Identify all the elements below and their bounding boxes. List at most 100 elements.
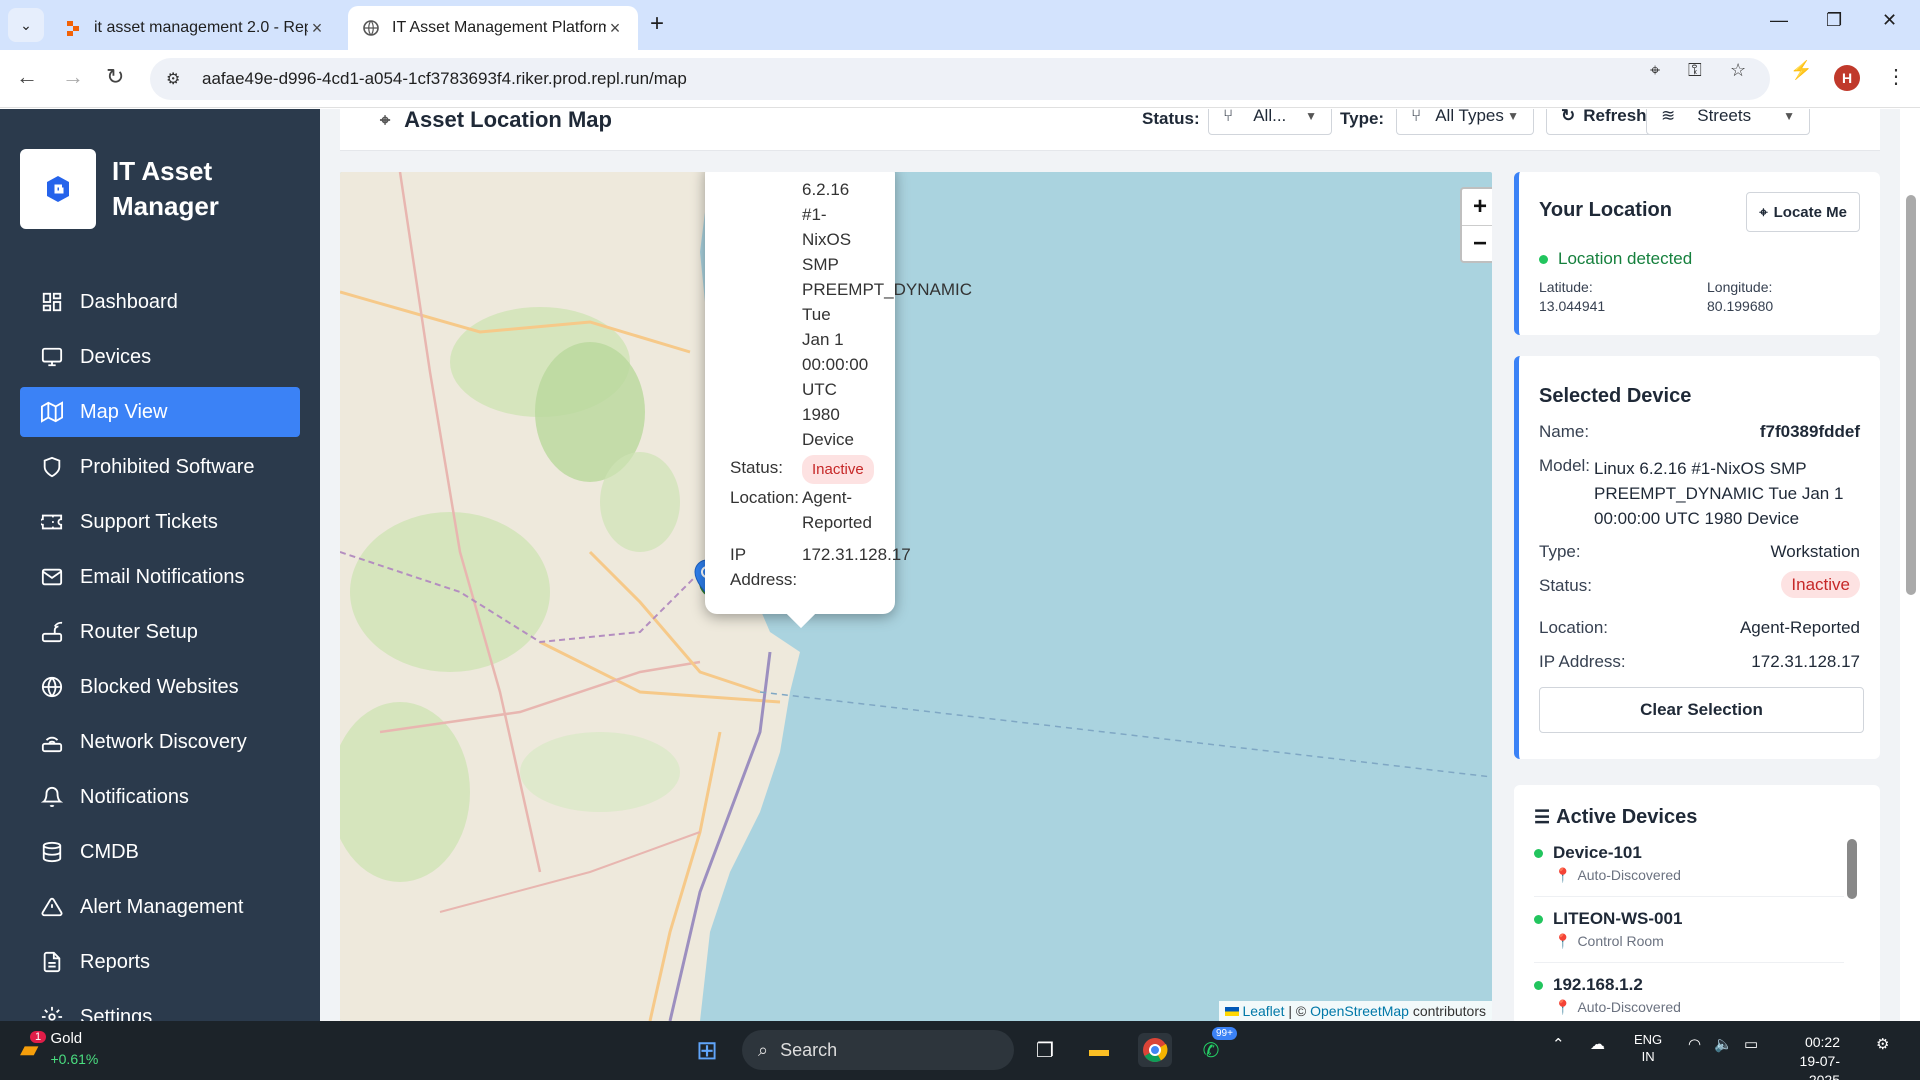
tab-search-button[interactable]: ⌄ xyxy=(8,8,44,42)
sidebar-item-support-tickets[interactable]: Support Tickets xyxy=(20,497,300,547)
leaflet-link[interactable]: Leaflet xyxy=(1242,1003,1284,1019)
language-bottom: IN xyxy=(1641,1049,1655,1064)
osm-link[interactable]: OpenStreetMap xyxy=(1310,1003,1409,1019)
widget-badge: 1 xyxy=(30,1030,47,1043)
minimize-icon[interactable]: — xyxy=(1770,10,1788,31)
device-name: Device-101 xyxy=(1553,843,1642,862)
whatsapp-badge: 99+ xyxy=(1212,1027,1237,1040)
battery-icon[interactable]: ▭ xyxy=(1744,1035,1758,1053)
map-layer-select[interactable]: ≋ Streets ▼ xyxy=(1646,109,1810,135)
new-tab-button[interactable]: + xyxy=(650,10,664,38)
profile-avatar[interactable]: H xyxy=(1834,65,1860,91)
forward-icon[interactable]: → xyxy=(62,64,84,90)
more-menu-icon[interactable]: ⋮ xyxy=(1886,64,1906,89)
search-icon: ⌕ xyxy=(758,1039,769,1060)
key-icon[interactable]: ⚿ xyxy=(1688,60,1702,81)
zoom-out-button[interactable]: − xyxy=(1462,225,1492,261)
close-tab-icon[interactable]: × xyxy=(308,18,326,39)
latitude-block: Latitude: 13.044941 xyxy=(1539,278,1605,316)
chrome-icon[interactable] xyxy=(1138,1033,1172,1067)
popup-model: 6.2.16 #1- NixOS SMP PREEMPT_DYNAMIC Tue… xyxy=(802,180,973,449)
replit-favicon-icon xyxy=(67,21,79,36)
site-info-icon[interactable]: ⚙ xyxy=(166,69,188,89)
tab-it-asset-management[interactable]: IT Asset Management Platform × xyxy=(348,6,638,50)
selected-device-card: Selected Device Name: f7f0389fddef Model… xyxy=(1514,356,1880,759)
tab-title: it asset management 2.0 - Repl xyxy=(94,19,308,36)
longitude-block: Longitude: 80.199680 xyxy=(1707,278,1773,316)
location-status-text: Location detected xyxy=(1558,249,1693,268)
model-label: Model: xyxy=(1539,456,1591,475)
active-devices-header: ☰ Active Devices xyxy=(1534,806,1697,829)
active-device-item[interactable]: 192.168.1.2 📍 Auto-Discovered xyxy=(1534,975,1844,1021)
active-devices-title: Active Devices xyxy=(1556,806,1698,828)
tab-replit[interactable]: it asset management 2.0 - Repl × xyxy=(50,6,340,50)
router-icon xyxy=(40,620,64,644)
layers-icon: ≋ xyxy=(1661,109,1676,125)
sidebar-item-cmdb[interactable]: CMDB xyxy=(20,827,300,877)
page-scrollbar[interactable] xyxy=(1906,195,1916,595)
volume-icon[interactable]: 🔈 xyxy=(1714,1035,1733,1053)
close-tab-icon[interactable]: × xyxy=(606,18,624,39)
status-dot xyxy=(1534,980,1543,990)
active-device-item[interactable]: Device-101 📍 Auto-Discovered xyxy=(1534,843,1844,897)
refresh-button[interactable]: ↻ Refresh xyxy=(1546,109,1662,135)
sidebar-item-notifications[interactable]: Notifications xyxy=(20,772,300,822)
notification-center-icon[interactable]: ⚙ xyxy=(1876,1035,1889,1053)
whatsapp-icon[interactable]: ✆ 99+ xyxy=(1194,1027,1237,1067)
wifi-icon[interactable]: ◠ xyxy=(1688,1035,1701,1053)
sidebar-item-network-discovery[interactable]: Network Discovery xyxy=(20,717,300,767)
sidebar-item-router-setup[interactable]: Router Setup xyxy=(20,607,300,657)
sidebar-item-map-view[interactable]: Map View xyxy=(20,387,300,437)
sidebar-item-alert-management[interactable]: Alert Management xyxy=(20,882,300,932)
extensions-icon[interactable]: ⚡ xyxy=(1790,60,1812,81)
language-indicator[interactable]: ENG IN xyxy=(1634,1031,1662,1065)
taskbar-search[interactable]: ⌕ Search xyxy=(742,1030,1014,1070)
locate-me-button[interactable]: ⌖ Locate Me xyxy=(1746,192,1860,232)
active-devices-scrollbar[interactable] xyxy=(1847,839,1857,899)
sidebar-item-devices[interactable]: Devices xyxy=(20,332,300,382)
chevron-up-icon[interactable]: ⌃ xyxy=(1552,1035,1565,1053)
pin-icon: 📍 xyxy=(1554,999,1572,1015)
market-widget[interactable]: ▰ 1 Gold +0.61% xyxy=(20,1029,98,1069)
system-clock[interactable]: 00:22 19-07-2025 xyxy=(1780,1033,1840,1080)
ip-label: IP Address: xyxy=(1539,652,1626,671)
sidebar-menu: Dashboard Devices Map View Prohibited So… xyxy=(20,277,300,1021)
network-icon xyxy=(40,730,64,754)
device-popup: 6.2.16 #1- NixOS SMP PREEMPT_DYNAMIC Tue… xyxy=(705,172,972,629)
status-filter-select[interactable]: ⑂ All... ▼ xyxy=(1208,109,1332,135)
file-explorer-icon[interactable]: ▬ xyxy=(1082,1033,1116,1067)
onedrive-icon[interactable]: ☁ xyxy=(1590,1035,1605,1053)
close-window-icon[interactable]: ✕ xyxy=(1882,10,1897,31)
popup-location-key: Location: xyxy=(730,488,799,507)
sidebar-item-blocked-websites[interactable]: Blocked Websites xyxy=(20,662,300,712)
sidebar-item-settings[interactable]: Settings xyxy=(20,992,300,1021)
zoom-in-button[interactable]: + xyxy=(1462,189,1492,225)
sidebar-item-email-notifications[interactable]: Email Notifications xyxy=(20,552,300,602)
brand: IT Asset Manager xyxy=(20,149,252,229)
windows-taskbar: ▰ 1 Gold +0.61% ⊞ ⌕ Search ❐ ▬ ✆ 99+ ⌃ ☁ E… xyxy=(0,1021,1920,1080)
device-name-value: f7f0389fddef xyxy=(1759,422,1860,441)
pin-icon: 📍 xyxy=(1554,933,1572,949)
device-location: Auto-Discovered xyxy=(1577,999,1681,1015)
shield-icon xyxy=(40,455,64,479)
star-icon[interactable]: ☆ xyxy=(1730,60,1746,81)
type-label: Type: xyxy=(1539,542,1581,561)
map-pin-icon: ⌖ xyxy=(380,109,391,130)
tab-title: IT Asset Management Platform xyxy=(392,19,606,36)
active-device-item[interactable]: LITEON-WS-001 📍 Control Room xyxy=(1534,909,1844,963)
sidebar-item-prohibited-software[interactable]: Prohibited Software xyxy=(20,442,300,492)
clear-selection-button[interactable]: Clear Selection xyxy=(1539,687,1864,733)
task-view-icon[interactable]: ❐ xyxy=(1028,1033,1062,1067)
address-bar[interactable]: ⚙ aafae49e-d996-4cd1-a054-1cf3783693f4.r… xyxy=(150,58,1770,100)
maximize-icon[interactable]: ❐ xyxy=(1826,10,1842,31)
database-icon xyxy=(40,840,64,864)
type-filter-select[interactable]: ⑂ All Types ▼ xyxy=(1396,109,1534,135)
windows-start-icon[interactable]: ⊞ xyxy=(690,1033,724,1067)
globe-favicon-icon xyxy=(363,20,379,36)
location-pin-icon[interactable]: ⌖ xyxy=(1650,60,1660,81)
sidebar-item-reports[interactable]: Reports xyxy=(20,937,300,987)
map-canvas[interactable]: + − 6.2.16 #1- NixOS SMP PREEMPT_DYNAMIC… xyxy=(340,172,1492,1021)
reload-icon[interactable]: ↻ xyxy=(106,64,124,90)
sidebar-item-dashboard[interactable]: Dashboard xyxy=(20,277,300,327)
back-icon[interactable]: ← xyxy=(16,64,38,90)
